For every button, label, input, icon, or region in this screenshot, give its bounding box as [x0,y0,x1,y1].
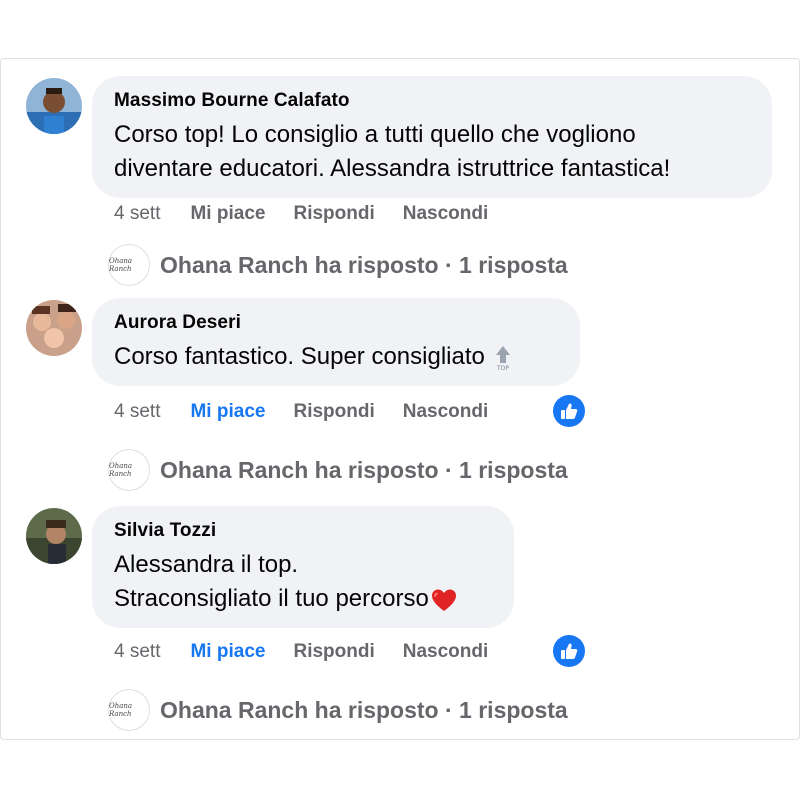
reply-button[interactable]: Rispondi [293,203,374,225]
comment-text-line: Straconsigliato il tuo percorso [114,582,492,616]
comment-text-line: Alessandra il top. [114,551,299,578]
replies-summary[interactable]: Ohana Ranch ha risposto · 1 risposta [160,252,568,279]
like-reaction-badge[interactable] [553,635,585,667]
comment-timestamp[interactable]: 4 sett [114,401,160,423]
comment-author[interactable]: Aurora Deseri [114,312,558,334]
page-logo-text: Ohana Ranch [109,462,133,478]
top-arrow-icon: TOP [496,345,510,372]
page-avatar: Ohana Ranch [108,244,150,286]
hide-button[interactable]: Nascondi [403,203,489,225]
hide-button[interactable]: Nascondi [403,401,489,423]
like-button[interactable]: Mi piace [190,203,265,225]
thumbs-up-icon [561,403,578,419]
avatar[interactable] [26,78,82,134]
comment-text-line: Corso top! Lo consiglio a tutti quello c… [114,121,636,148]
comment-text-line: diventare educatori. Alessandra istruttr… [114,155,671,182]
comment-author[interactable]: Silvia Tozzi [114,520,492,542]
like-button[interactable]: Mi piace [190,401,265,423]
avatar[interactable] [26,508,82,564]
like-reaction-badge[interactable] [553,395,585,427]
heart-icon [431,589,456,611]
comment-timestamp[interactable]: 4 sett [114,641,160,663]
comment-bubble: Massimo Bourne Calafato Corso top! Lo co… [92,76,772,198]
page-avatar: Ohana Ranch [108,449,150,491]
view-replies-link[interactable]: Ohana Ranch Ohana Ranch ha risposto · 1 … [108,449,568,491]
comment-actions: 4 sett Mi piace Rispondi Nascondi [114,641,488,663]
hide-button[interactable]: Nascondi [403,641,489,663]
replies-summary[interactable]: Ohana Ranch ha risposto · 1 risposta [160,697,568,724]
comment-author[interactable]: Massimo Bourne Calafato [114,90,750,112]
avatar[interactable] [26,300,82,356]
comment-bubble: Silvia Tozzi Alessandra il top. Stracons… [92,506,514,628]
comment-text: Straconsigliato il tuo percorso [114,585,429,612]
reply-button[interactable]: Rispondi [293,641,374,663]
comment-actions: 4 sett Mi piace Rispondi Nascondi [114,401,488,423]
page-logo-text: Ohana Ranch [109,702,133,718]
comment-text: Corso fantastico. Super consigliato [114,343,485,370]
thumbs-up-icon [561,643,578,659]
top-icon-label: TOP [496,365,509,372]
replies-summary[interactable]: Ohana Ranch ha risposto · 1 risposta [160,457,568,484]
page-avatar: Ohana Ranch [108,689,150,731]
like-button[interactable]: Mi piace [190,641,265,663]
view-replies-link[interactable]: Ohana Ranch Ohana Ranch ha risposto · 1 … [108,689,568,731]
comment-timestamp[interactable]: 4 sett [114,203,160,225]
comment-bubble: Aurora Deseri Corso fantastico. Super co… [92,298,580,386]
page-logo-text: Ohana Ranch [109,257,133,273]
comment-text-line: Corso fantastico. Super consigliato TOP [114,340,558,374]
comment-actions: 4 sett Mi piace Rispondi Nascondi [114,203,488,225]
view-replies-link[interactable]: Ohana Ranch Ohana Ranch ha risposto · 1 … [108,244,568,286]
reply-button[interactable]: Rispondi [293,401,374,423]
